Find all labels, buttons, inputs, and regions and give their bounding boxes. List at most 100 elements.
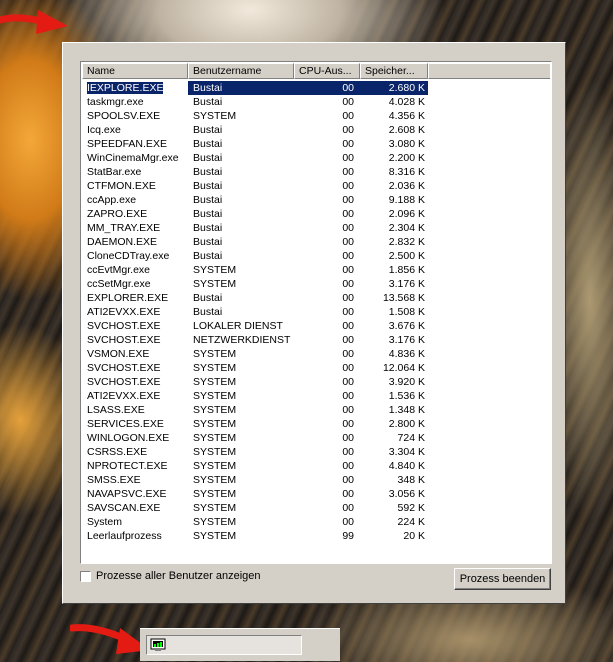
process-user: SYSTEM xyxy=(188,375,294,389)
process-memory-text: 1.348 K xyxy=(388,404,425,416)
process-cpu: 00 xyxy=(294,235,360,249)
process-row[interactable]: SPEEDFAN.EXE Bustai 00 3.080 K xyxy=(82,137,550,151)
process-name: IEXPLORE.EXE xyxy=(82,81,188,95)
process-list[interactable]: Name Benutzername CPU-Aus... Speicher...… xyxy=(80,61,552,564)
process-row[interactable]: SERVICES.EXE SYSTEM 00 2.800 K xyxy=(82,417,550,431)
process-cpu: 00 xyxy=(294,501,360,515)
process-row[interactable]: DAEMON.EXE Bustai 00 2.832 K xyxy=(82,235,550,249)
process-memory: 4.840 K xyxy=(360,459,428,473)
process-memory: 12.064 K xyxy=(360,361,428,375)
process-cpu: 00 xyxy=(294,151,360,165)
process-row[interactable]: WINLOGON.EXE SYSTEM 00 724 K xyxy=(82,431,550,445)
process-user-text: Bustai xyxy=(193,236,223,248)
process-cpu-text: 00 xyxy=(342,460,354,472)
process-name-text: SMSS.EXE xyxy=(87,474,141,486)
show-all-users-checkbox[interactable]: Prozesse aller Benutzer anzeigen xyxy=(80,570,260,582)
process-row[interactable]: ccEvtMgr.exe SYSTEM 00 1.856 K xyxy=(82,263,550,277)
process-user: SYSTEM xyxy=(188,417,294,431)
process-row[interactable]: ATI2EVXX.EXE SYSTEM 00 1.536 K xyxy=(82,389,550,403)
process-user-text: SYSTEM xyxy=(193,418,237,430)
taskbar-tray xyxy=(140,628,340,661)
process-row[interactable]: ccApp.exe Bustai 00 9.188 K xyxy=(82,193,550,207)
process-row[interactable]: taskmgr.exe Bustai 00 4.028 K xyxy=(82,95,550,109)
process-name: VSMON.EXE xyxy=(82,347,188,361)
process-row[interactable]: SVCHOST.EXE SYSTEM 00 12.064 K xyxy=(82,361,550,375)
process-cpu: 00 xyxy=(294,487,360,501)
process-row[interactable]: CSRSS.EXE SYSTEM 00 3.304 K xyxy=(82,445,550,459)
process-row[interactable]: SPOOLSV.EXE SYSTEM 00 4.356 K xyxy=(82,109,550,123)
process-cpu: 00 xyxy=(294,417,360,431)
process-user: SYSTEM xyxy=(188,515,294,529)
process-row[interactable]: Leerlaufprozess SYSTEM 99 20 K xyxy=(82,529,550,543)
process-cpu-text: 00 xyxy=(342,418,354,430)
taskbar-button[interactable] xyxy=(146,635,302,655)
process-row[interactable]: Icq.exe Bustai 00 2.608 K xyxy=(82,123,550,137)
process-user: Bustai xyxy=(188,137,294,151)
process-memory-text: 20 K xyxy=(403,530,425,542)
process-name: EXPLORER.EXE xyxy=(82,291,188,305)
process-user-text: NETZWERKDIENST xyxy=(193,334,291,346)
process-row[interactable]: CloneCDTray.exe Bustai 00 2.500 K xyxy=(82,249,550,263)
process-row[interactable]: WinCinemaMgr.exe Bustai 00 2.200 K xyxy=(82,151,550,165)
process-user: SYSTEM xyxy=(188,431,294,445)
process-memory-text: 2.800 K xyxy=(388,418,425,430)
process-row[interactable]: SAVSCAN.EXE SYSTEM 00 592 K xyxy=(82,501,550,515)
column-header-cpu[interactable]: CPU-Aus... xyxy=(294,63,360,79)
process-row[interactable]: SMSS.EXE SYSTEM 00 348 K xyxy=(82,473,550,487)
process-memory-text: 4.836 K xyxy=(388,348,425,360)
process-memory-text: 3.056 K xyxy=(388,488,425,500)
process-user: Bustai xyxy=(188,291,294,305)
process-row[interactable]: IEXPLORE.EXE Bustai 00 2.680 K xyxy=(82,81,550,95)
process-user-text: Bustai xyxy=(193,124,223,136)
column-header-filler xyxy=(428,63,550,79)
process-cpu: 00 xyxy=(294,207,360,221)
process-row[interactable]: NPROTECT.EXE SYSTEM 00 4.840 K xyxy=(82,459,550,473)
process-cpu-text: 00 xyxy=(342,264,354,276)
process-cpu-text: 00 xyxy=(342,278,354,290)
process-row[interactable]: CTFMON.EXE Bustai 00 2.036 K xyxy=(82,179,550,193)
process-cpu: 00 xyxy=(294,95,360,109)
process-row[interactable]: SVCHOST.EXE NETZWERKDIENST 00 3.176 K xyxy=(82,333,550,347)
process-cpu-text: 00 xyxy=(342,432,354,444)
process-user-text: SYSTEM xyxy=(193,516,237,528)
process-row[interactable]: ccSetMgr.exe SYSTEM 00 3.176 K xyxy=(82,277,550,291)
process-row[interactable]: System SYSTEM 00 224 K xyxy=(82,515,550,529)
process-name: WINLOGON.EXE xyxy=(82,431,188,445)
process-memory: 2.800 K xyxy=(360,417,428,431)
process-row[interactable]: StatBar.exe Bustai 00 8.316 K xyxy=(82,165,550,179)
process-memory: 2.832 K xyxy=(360,235,428,249)
process-memory-text: 4.028 K xyxy=(388,96,425,108)
process-row[interactable]: LSASS.EXE SYSTEM 00 1.348 K xyxy=(82,403,550,417)
process-name-text: VSMON.EXE xyxy=(87,348,150,360)
process-name-text: SVCHOST.EXE xyxy=(87,334,161,346)
end-process-button[interactable]: Prozess beenden xyxy=(454,568,551,590)
process-row[interactable]: VSMON.EXE SYSTEM 00 4.836 K xyxy=(82,347,550,361)
process-memory: 2.500 K xyxy=(360,249,428,263)
process-row[interactable]: SVCHOST.EXE LOKALER DIENST 00 3.676 K xyxy=(82,319,550,333)
process-name: SVCHOST.EXE xyxy=(82,361,188,375)
process-row[interactable]: MM_TRAY.EXE Bustai 00 2.304 K xyxy=(82,221,550,235)
process-memory: 4.356 K xyxy=(360,109,428,123)
checkbox-box[interactable] xyxy=(80,570,91,582)
process-row[interactable]: NAVAPSVC.EXE SYSTEM 00 3.056 K xyxy=(82,487,550,501)
process-user-text: Bustai xyxy=(193,306,223,318)
process-name-text: SVCHOST.EXE xyxy=(87,320,161,332)
process-name: SERVICES.EXE xyxy=(82,417,188,431)
process-cpu: 00 xyxy=(294,263,360,277)
process-row[interactable]: EXPLORER.EXE Bustai 00 13.568 K xyxy=(82,291,550,305)
process-row[interactable]: ZAPRO.EXE Bustai 00 2.096 K xyxy=(82,207,550,221)
process-cpu: 00 xyxy=(294,389,360,403)
column-header-memory[interactable]: Speicher... xyxy=(360,63,428,79)
process-name: ccEvtMgr.exe xyxy=(82,263,188,277)
process-memory-text: 724 K xyxy=(397,432,425,444)
process-row[interactable]: ATI2EVXX.EXE Bustai 00 1.508 K xyxy=(82,305,550,319)
process-memory-text: 4.356 K xyxy=(388,110,425,122)
process-user: SYSTEM xyxy=(188,445,294,459)
process-row[interactable]: SVCHOST.EXE SYSTEM 00 3.920 K xyxy=(82,375,550,389)
process-user-text: Bustai xyxy=(193,194,223,206)
process-cpu-text: 00 xyxy=(342,180,354,192)
column-header-user[interactable]: Benutzername xyxy=(188,63,294,79)
column-header-name[interactable]: Name xyxy=(82,63,188,79)
process-cpu-text: 00 xyxy=(342,194,354,206)
process-user: NETZWERKDIENST xyxy=(188,333,294,347)
